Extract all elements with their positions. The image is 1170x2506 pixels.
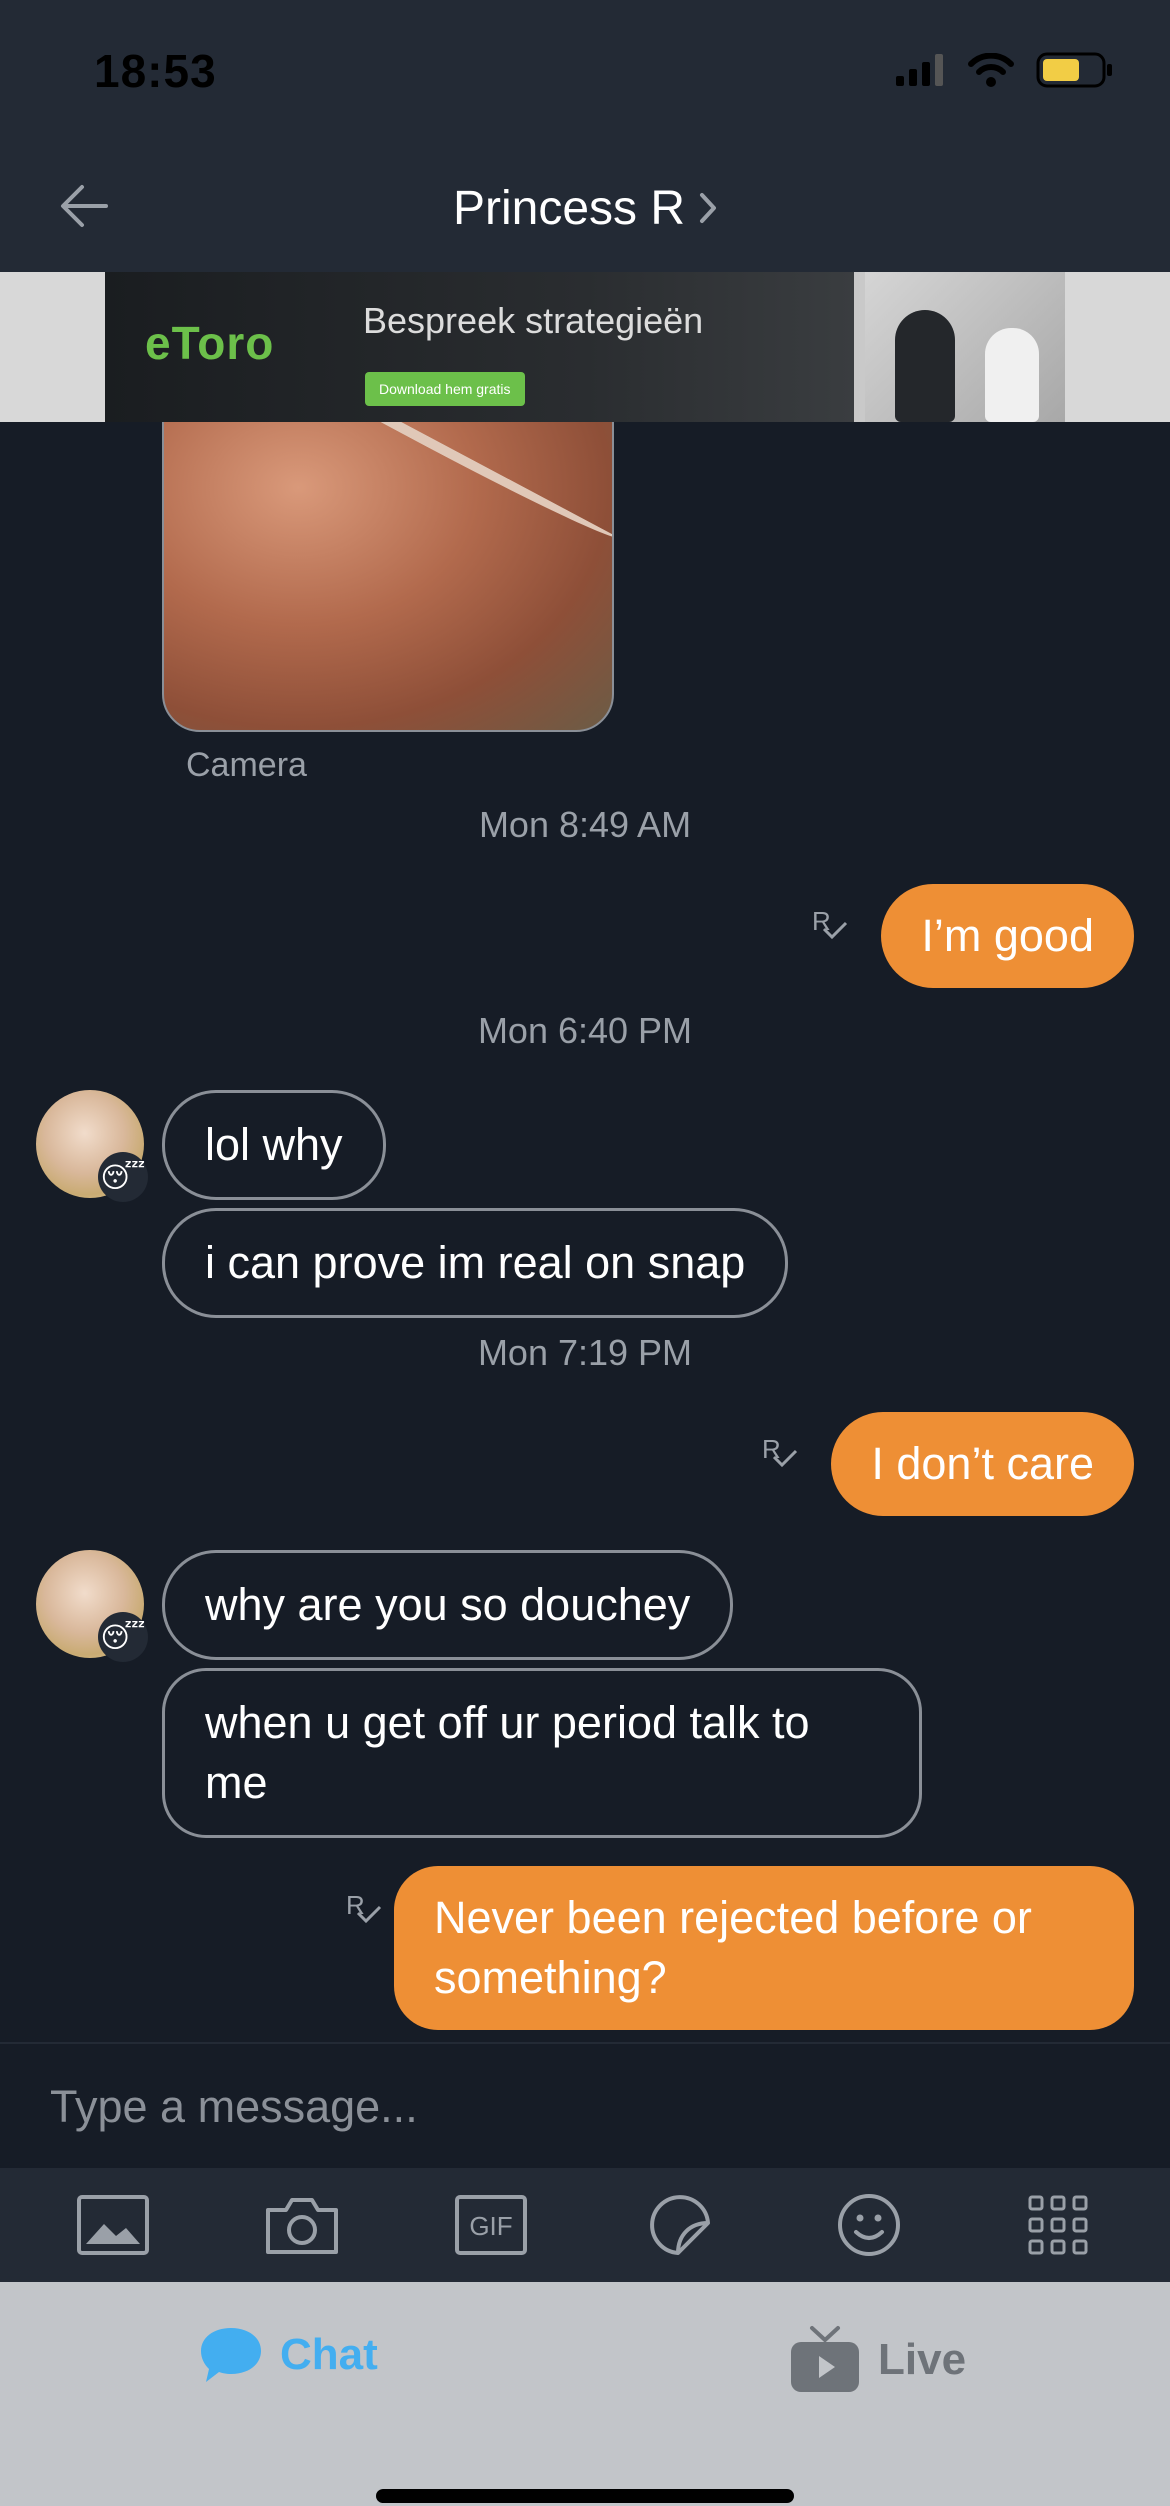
ad-cta-button[interactable]: Download hem gratis <box>365 372 525 406</box>
grid-icon <box>1028 2195 1087 2255</box>
signal-icon <box>896 54 943 86</box>
chat-bubble-icon <box>201 2328 261 2382</box>
incoming-message[interactable]: lol why <box>162 1090 386 1200</box>
avatar[interactable]: 😴 <box>36 1090 148 1202</box>
image-button[interactable] <box>63 2175 163 2275</box>
status-icons <box>896 52 1114 88</box>
gif-label: GIF <box>469 2211 512 2241</box>
sleeping-emoji-icon: 😴 <box>98 1612 148 1662</box>
tab-live[interactable]: Live <box>788 2324 966 2396</box>
incoming-message[interactable]: why are you so douchey <box>162 1550 734 1660</box>
photo-message[interactable] <box>162 422 614 732</box>
emoji-button[interactable] <box>819 2175 919 2275</box>
chat-area[interactable]: Camera Mon 8:49 AM R I’m good Mon 6:40 P… <box>0 422 1170 2042</box>
ad-logo: eToro <box>145 317 275 369</box>
tab-chat[interactable]: Chat <box>198 2324 378 2386</box>
outgoing-message[interactable]: I don’t care <box>831 1412 1134 1516</box>
ad-image-person <box>985 328 1039 422</box>
more-apps-button[interactable] <box>1008 2175 1108 2275</box>
checkmark-icon <box>356 1905 382 1924</box>
checkmark-icon <box>772 1449 798 1468</box>
emoji-icon <box>837 2194 900 2256</box>
sticker-icon <box>649 2195 710 2255</box>
battery-icon <box>1036 52 1112 88</box>
ad-banner[interactable]: eToro Bespreek strategieën Download hem … <box>0 272 1170 422</box>
gif-button[interactable]: GIF <box>441 2175 541 2275</box>
status-bar: 18:53 <box>0 0 1170 140</box>
home-indicator[interactable] <box>376 2489 794 2503</box>
ad-image-person <box>895 310 955 422</box>
message-input-bar <box>0 2042 1170 2168</box>
tab-chat-label: Chat <box>280 2330 378 2379</box>
incoming-message[interactable]: when u get off ur period talk to me <box>162 1668 922 1838</box>
tab-live-label: Live <box>878 2335 967 2384</box>
status-time: 18:53 <box>94 45 217 97</box>
camera-button[interactable] <box>252 2175 352 2275</box>
outgoing-message[interactable]: Never been rejected before or something? <box>394 1866 1134 2030</box>
avatar[interactable]: 😴 <box>36 1550 148 1662</box>
contact-name[interactable]: Princess R <box>453 182 685 235</box>
wifi-icon <box>968 53 1014 87</box>
read-receipt: R <box>812 906 852 946</box>
read-receipt: R <box>346 1890 386 1930</box>
photo-caption: Camera <box>186 746 307 784</box>
image-icon <box>76 2195 149 2255</box>
read-receipt: R <box>762 1434 802 1474</box>
ad-headline: Bespreek strategieën <box>363 300 704 341</box>
ad-image <box>865 272 1065 422</box>
sticker-button[interactable] <box>630 2175 730 2275</box>
ad-content[interactable]: eToro Bespreek strategieën Download hem … <box>105 272 1065 422</box>
conversation-title[interactable]: Princess R <box>0 178 1170 236</box>
sleeping-emoji-icon: 😴 <box>98 1152 148 1202</box>
tv-icon <box>791 2326 859 2392</box>
chevron-right-icon <box>700 193 717 224</box>
camera-icon <box>265 2198 338 2254</box>
photo-detail <box>225 422 612 547</box>
message-timestamp: Mon 7:19 PM <box>477 1332 693 1373</box>
nav-bar: Princess R <box>0 140 1170 272</box>
message-input[interactable] <box>50 2074 1120 2140</box>
bottom-tab-bar: Chat Live <box>0 2282 1170 2506</box>
message-timestamp: Mon 6:40 PM <box>477 1010 693 1051</box>
gif-icon: GIF <box>454 2195 527 2255</box>
attachment-toolbar: GIF <box>0 2168 1170 2282</box>
outgoing-message[interactable]: I’m good <box>881 884 1134 988</box>
message-timestamp: Mon 8:49 AM <box>478 804 692 845</box>
incoming-message[interactable]: i can prove im real on snap <box>162 1208 789 1318</box>
checkmark-icon <box>822 921 848 940</box>
